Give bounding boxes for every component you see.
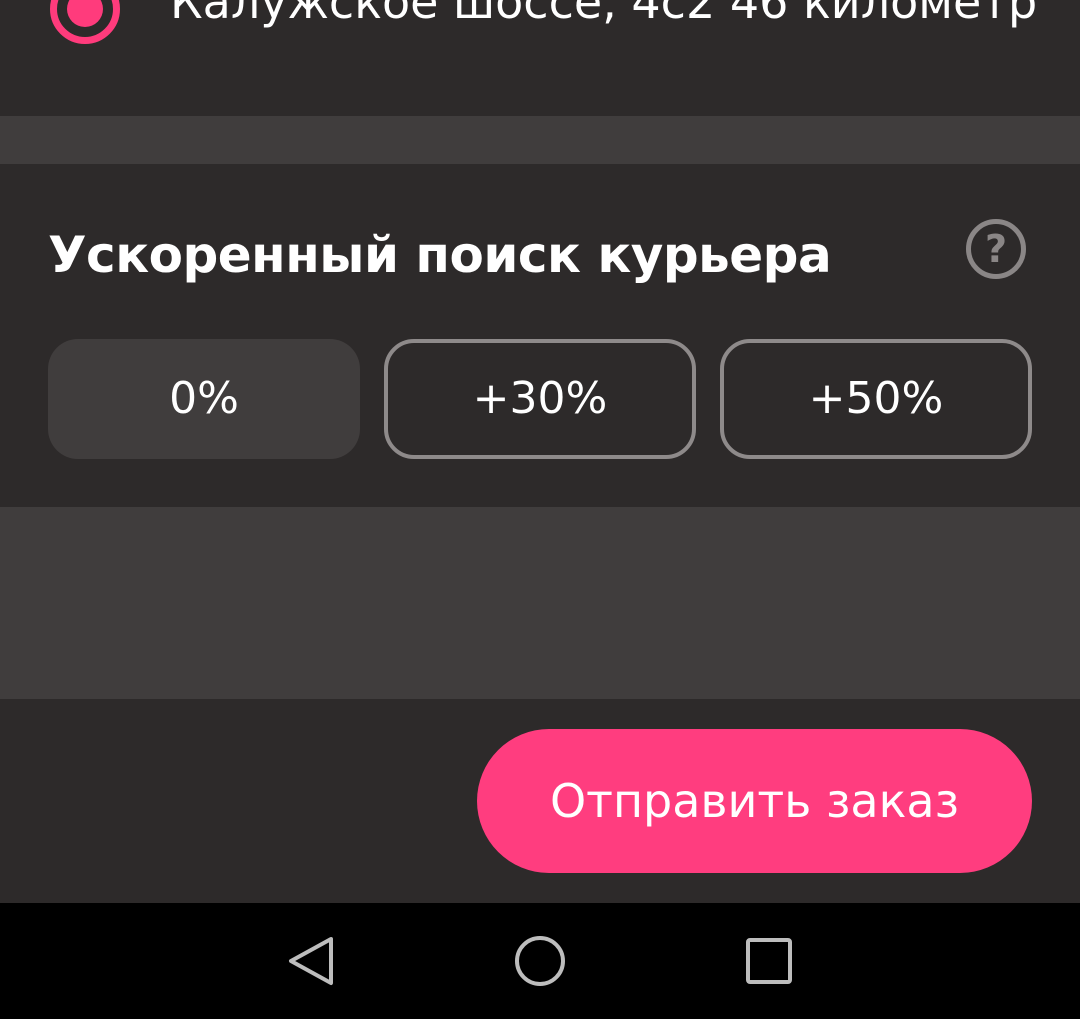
- system-navigation-bar: [0, 903, 1080, 1019]
- back-triangle-icon[interactable]: [283, 933, 339, 989]
- section-divider: [0, 116, 1080, 164]
- speed-option-0[interactable]: 0%: [48, 339, 360, 459]
- submit-order-button[interactable]: Отправить заказ: [477, 729, 1032, 873]
- order-screen: Калужское шоссе, 4с2 46 километр Ускорен…: [0, 0, 1080, 1019]
- speed-search-section: Ускоренный поиск курьера ? 0% +30% +50%: [0, 164, 1080, 507]
- speed-search-title: Ускоренный поиск курьера: [48, 226, 832, 284]
- speed-option-50[interactable]: +50%: [720, 339, 1032, 459]
- destination-address: Калужское шоссе, 4с2 46 километр: [170, 0, 1038, 29]
- destination-marker-icon: [50, 0, 120, 44]
- destination-address-row[interactable]: Калужское шоссе, 4с2 46 километр: [0, 0, 1080, 116]
- speed-search-options: 0% +30% +50%: [48, 339, 1032, 459]
- empty-panel: [0, 507, 1080, 699]
- recent-square-icon[interactable]: [741, 933, 797, 989]
- home-circle-icon[interactable]: [512, 933, 568, 989]
- order-footer: Отправить заказ: [0, 699, 1080, 903]
- question-circle-icon[interactable]: ?: [966, 219, 1026, 279]
- speed-option-30[interactable]: +30%: [384, 339, 696, 459]
